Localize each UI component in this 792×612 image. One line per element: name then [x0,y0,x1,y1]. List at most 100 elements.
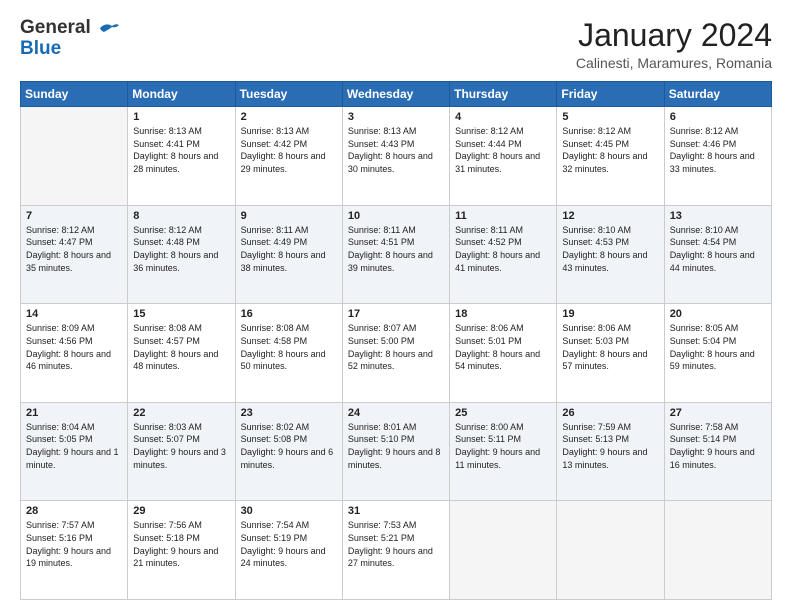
day-info: Sunrise: 8:11 AMSunset: 4:49 PMDaylight:… [241,224,337,274]
day-info: Sunrise: 8:02 AMSunset: 5:08 PMDaylight:… [241,421,337,471]
day-info: Sunrise: 8:04 AMSunset: 5:05 PMDaylight:… [26,421,122,471]
weekday-header-monday: Monday [128,82,235,107]
calendar-cell: 27 Sunrise: 7:58 AMSunset: 5:14 PMDayligh… [664,402,771,501]
day-number: 10 [348,210,444,222]
day-info: Sunrise: 8:12 AMSunset: 4:46 PMDaylight:… [670,125,766,175]
day-number: 29 [133,505,229,517]
day-number: 9 [241,210,337,222]
day-number: 12 [562,210,658,222]
calendar-cell [450,501,557,600]
day-number: 8 [133,210,229,222]
day-number: 13 [670,210,766,222]
day-number: 1 [133,111,229,123]
day-number: 22 [133,407,229,419]
calendar-cell: 28 Sunrise: 7:57 AMSunset: 5:16 PMDayligh… [21,501,128,600]
calendar-cell [557,501,664,600]
weekday-header-friday: Friday [557,82,664,107]
day-info: Sunrise: 8:03 AMSunset: 5:07 PMDaylight:… [133,421,229,471]
calendar-table: SundayMondayTuesdayWednesdayThursdayFrid… [20,81,772,600]
calendar-cell: 6 Sunrise: 8:12 AMSunset: 4:46 PMDaylight… [664,107,771,206]
calendar-cell: 2 Sunrise: 8:13 AMSunset: 4:42 PMDaylight… [235,107,342,206]
day-number: 5 [562,111,658,123]
calendar-cell: 3 Sunrise: 8:13 AMSunset: 4:43 PMDaylight… [342,107,449,206]
calendar-cell: 9 Sunrise: 8:11 AMSunset: 4:49 PMDaylight… [235,205,342,304]
day-number: 18 [455,308,551,320]
day-info: Sunrise: 7:53 AMSunset: 5:21 PMDaylight:… [348,519,444,569]
day-info: Sunrise: 8:05 AMSunset: 5:04 PMDaylight:… [670,322,766,372]
calendar-cell: 23 Sunrise: 8:02 AMSunset: 5:08 PMDayligh… [235,402,342,501]
day-number: 6 [670,111,766,123]
page: General Blue January 2024 Calinesti, Mar… [0,0,792,612]
calendar-cell: 4 Sunrise: 8:12 AMSunset: 4:44 PMDaylight… [450,107,557,206]
calendar-week-2: 7Sunrise: 8:12 AMSunset: 4:47 PMDaylight… [21,205,772,304]
day-info: Sunrise: 8:13 AMSunset: 4:42 PMDaylight:… [241,125,337,175]
day-info: Sunrise: 8:12 AMSunset: 4:47 PMDaylight:… [26,224,122,274]
day-info: Sunrise: 8:10 AMSunset: 4:53 PMDaylight:… [562,224,658,274]
day-number: 4 [455,111,551,123]
day-info: Sunrise: 8:01 AMSunset: 5:10 PMDaylight:… [348,421,444,471]
calendar-cell: 16 Sunrise: 8:08 AMSunset: 4:58 PMDayligh… [235,304,342,403]
weekday-header-saturday: Saturday [664,82,771,107]
weekday-header-row: SundayMondayTuesdayWednesdayThursdayFrid… [21,82,772,107]
day-info: Sunrise: 8:08 AMSunset: 4:57 PMDaylight:… [133,322,229,372]
day-info: Sunrise: 7:59 AMSunset: 5:13 PMDaylight:… [562,421,658,471]
weekday-header-tuesday: Tuesday [235,82,342,107]
day-number: 23 [241,407,337,419]
day-number: 31 [348,505,444,517]
day-number: 26 [562,407,658,419]
calendar-cell: 12 Sunrise: 8:10 AMSunset: 4:53 PMDayligh… [557,205,664,304]
day-info: Sunrise: 8:07 AMSunset: 5:00 PMDaylight:… [348,322,444,372]
calendar-week-4: 21 Sunrise: 8:04 AMSunset: 5:05 PMDayligh… [21,402,772,501]
calendar-cell: 30 Sunrise: 7:54 AMSunset: 5:19 PMDayligh… [235,501,342,600]
day-info: Sunrise: 8:12 AMSunset: 4:44 PMDaylight:… [455,125,551,175]
calendar-cell: 21 Sunrise: 8:04 AMSunset: 5:05 PMDayligh… [21,402,128,501]
calendar-cell: 10 Sunrise: 8:11 AMSunset: 4:51 PMDayligh… [342,205,449,304]
calendar-cell: 20Sunrise: 8:05 AMSunset: 5:04 PMDayligh… [664,304,771,403]
calendar-cell: 8Sunrise: 8:12 AMSunset: 4:48 PMDaylight… [128,205,235,304]
title-block: January 2024 Calinesti, Maramures, Roman… [576,18,772,71]
day-number: 30 [241,505,337,517]
subtitle: Calinesti, Maramures, Romania [576,55,772,71]
calendar-cell: 18 Sunrise: 8:06 AMSunset: 5:01 PMDayligh… [450,304,557,403]
calendar-cell: 1 Sunrise: 8:13 AMSunset: 4:41 PMDaylight… [128,107,235,206]
calendar-cell: 31 Sunrise: 7:53 AMSunset: 5:21 PMDayligh… [342,501,449,600]
weekday-header-sunday: Sunday [21,82,128,107]
day-number: 16 [241,308,337,320]
day-info: Sunrise: 8:11 AMSunset: 4:52 PMDaylight:… [455,224,551,274]
day-info: Sunrise: 7:58 AMSunset: 5:14 PMDaylight:… [670,421,766,471]
calendar-week-5: 28 Sunrise: 7:57 AMSunset: 5:16 PMDayligh… [21,501,772,600]
day-info: Sunrise: 8:13 AMSunset: 4:43 PMDaylight:… [348,125,444,175]
day-info: Sunrise: 7:54 AMSunset: 5:19 PMDaylight:… [241,519,337,569]
day-number: 21 [26,407,122,419]
logo-general: General [20,17,91,38]
day-info: Sunrise: 8:08 AMSunset: 4:58 PMDaylight:… [241,322,337,372]
day-number: 14 [26,308,122,320]
day-number: 11 [455,210,551,222]
day-info: Sunrise: 8:06 AMSunset: 5:01 PMDaylight:… [455,322,551,372]
day-info: Sunrise: 8:12 AMSunset: 4:45 PMDaylight:… [562,125,658,175]
calendar-cell: 15Sunrise: 8:08 AMSunset: 4:57 PMDayligh… [128,304,235,403]
calendar-cell: 25Sunrise: 8:00 AMSunset: 5:11 PMDayligh… [450,402,557,501]
day-number: 27 [670,407,766,419]
day-info: Sunrise: 8:10 AMSunset: 4:54 PMDaylight:… [670,224,766,274]
calendar-cell: 29Sunrise: 7:56 AMSunset: 5:18 PMDayligh… [128,501,235,600]
day-number: 28 [26,505,122,517]
day-number: 2 [241,111,337,123]
calendar-cell [21,107,128,206]
day-info: Sunrise: 8:06 AMSunset: 5:03 PMDaylight:… [562,322,658,372]
day-number: 19 [562,308,658,320]
day-number: 24 [348,407,444,419]
day-info: Sunrise: 8:09 AMSunset: 4:56 PMDaylight:… [26,322,122,372]
calendar-cell [664,501,771,600]
day-info: Sunrise: 8:11 AMSunset: 4:51 PMDaylight:… [348,224,444,274]
day-info: Sunrise: 7:57 AMSunset: 5:16 PMDaylight:… [26,519,122,569]
header: General Blue January 2024 Calinesti, Mar… [20,18,772,71]
day-info: Sunrise: 8:00 AMSunset: 5:11 PMDaylight:… [455,421,551,471]
month-title: January 2024 [576,18,772,53]
logo: General Blue [20,18,120,60]
calendar-cell: 26 Sunrise: 7:59 AMSunset: 5:13 PMDayligh… [557,402,664,501]
day-info: Sunrise: 8:13 AMSunset: 4:41 PMDaylight:… [133,125,229,175]
calendar-week-3: 14 Sunrise: 8:09 AMSunset: 4:56 PMDayligh… [21,304,772,403]
logo-bird-icon [98,20,120,36]
day-number: 3 [348,111,444,123]
